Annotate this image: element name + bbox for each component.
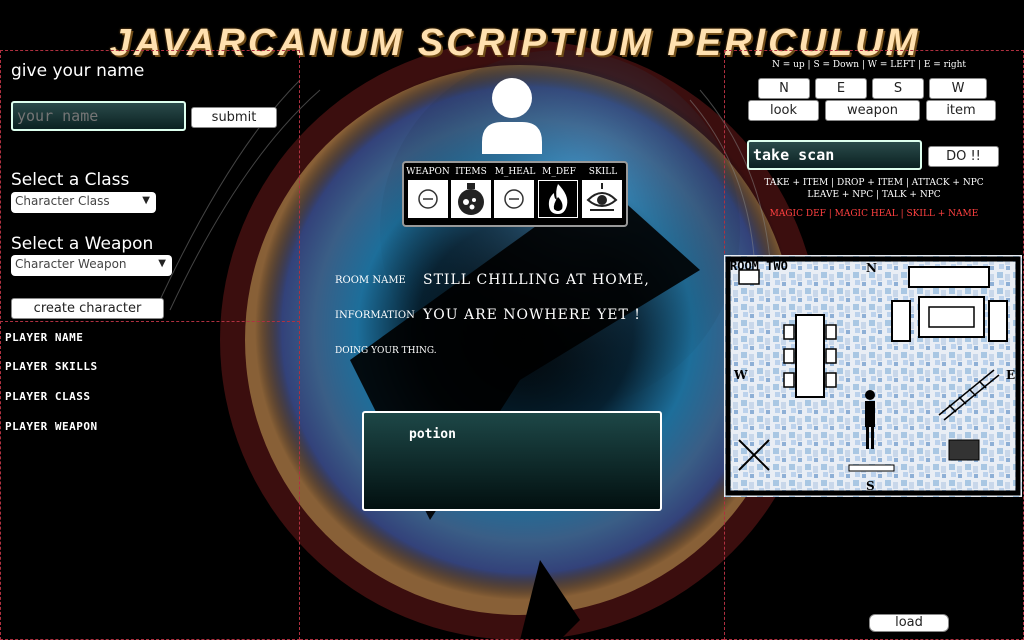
map-north-marker: N — [866, 261, 877, 275]
command-input[interactable] — [747, 140, 922, 170]
minus-circle-icon — [418, 189, 438, 209]
load-button[interactable]: load — [869, 614, 949, 632]
information-label: INFORMATION — [335, 310, 415, 321]
look-button[interactable]: look — [748, 100, 819, 121]
name-label: give your name — [11, 61, 145, 81]
status-text: DOING YOUR THING. — [335, 346, 437, 356]
map-room-label: ROOM TWO — [730, 259, 788, 273]
slot-label-mdef: M_DEF — [542, 167, 576, 177]
eye-skill-icon — [586, 183, 618, 211]
character-panel — [0, 50, 300, 640]
output-box: potion — [362, 411, 662, 511]
slot-label-mheal: M_HEAL — [494, 167, 536, 177]
information-value: YOU ARE NOWHERE YET ! — [423, 307, 641, 323]
room-map: ROOM TWO N E S W — [724, 255, 1022, 497]
chevron-down-icon: ▼ — [158, 258, 166, 269]
player-class-stat: PLAYER CLASS — [5, 390, 91, 403]
weapon-label: Select a Weapon — [11, 234, 154, 254]
player-weapon-stat: PLAYER WEAPON — [5, 420, 98, 433]
class-select-value: Character Class — [15, 194, 110, 208]
divider — [0, 321, 300, 322]
skill-slot[interactable] — [582, 180, 622, 218]
command-help-line3: MAGIC DEF | MAGIC HEAL | SKILL + NAME — [769, 209, 979, 219]
class-label: Select a Class — [11, 170, 130, 190]
mheal-slot[interactable] — [494, 180, 534, 218]
weapon-select[interactable]: Character Weapon ▼ — [11, 255, 172, 276]
items-slot[interactable] — [451, 180, 491, 218]
map-west-marker: W — [734, 368, 748, 382]
weapon-slot[interactable] — [408, 180, 448, 218]
output-text: potion — [409, 427, 456, 442]
avatar — [482, 78, 542, 154]
minus-circle-icon — [504, 189, 524, 209]
command-help-line2: LEAVE + NPC | TALK + NPC — [807, 190, 941, 200]
player-skills-stat: PLAYER SKILLS — [5, 360, 98, 373]
map-south-marker: S — [866, 479, 875, 493]
item-button[interactable]: item — [926, 100, 996, 121]
direction-help: N = up | S = Down | W = LEFT | E = right — [772, 60, 967, 70]
weapon-button[interactable]: weapon — [825, 100, 920, 121]
east-button[interactable]: E — [815, 78, 867, 99]
potion-flask-icon — [458, 183, 484, 215]
south-button[interactable]: S — [872, 78, 924, 99]
slot-label-items: ITEMS — [455, 167, 487, 177]
slot-label-skill: SKILL — [588, 167, 618, 177]
mdef-slot[interactable] — [538, 180, 578, 218]
chevron-down-icon: ▼ — [142, 195, 150, 206]
player-name-stat: PLAYER NAME — [5, 331, 84, 344]
north-button[interactable]: N — [758, 78, 810, 99]
room-map-art — [724, 255, 1022, 497]
do-button[interactable]: DO !! — [928, 146, 999, 167]
create-character-button[interactable]: create character — [11, 298, 164, 319]
room-name-label: ROOM NAME — [335, 275, 406, 286]
weapon-select-value: Character Weapon — [15, 257, 127, 271]
class-select[interactable]: Character Class ▼ — [11, 192, 156, 213]
name-input[interactable] — [11, 101, 186, 131]
slot-label-weapon: WEAPON — [406, 167, 450, 177]
room-name-value: STILL CHILLING AT HOME, — [423, 272, 650, 288]
map-east-marker: E — [1006, 368, 1016, 382]
fire-icon — [548, 184, 568, 214]
submit-name-button[interactable]: submit — [191, 107, 277, 128]
west-button[interactable]: W — [929, 78, 987, 99]
command-help-line1: TAKE + ITEM | DROP + ITEM | ATTACK + NPC — [764, 178, 984, 188]
